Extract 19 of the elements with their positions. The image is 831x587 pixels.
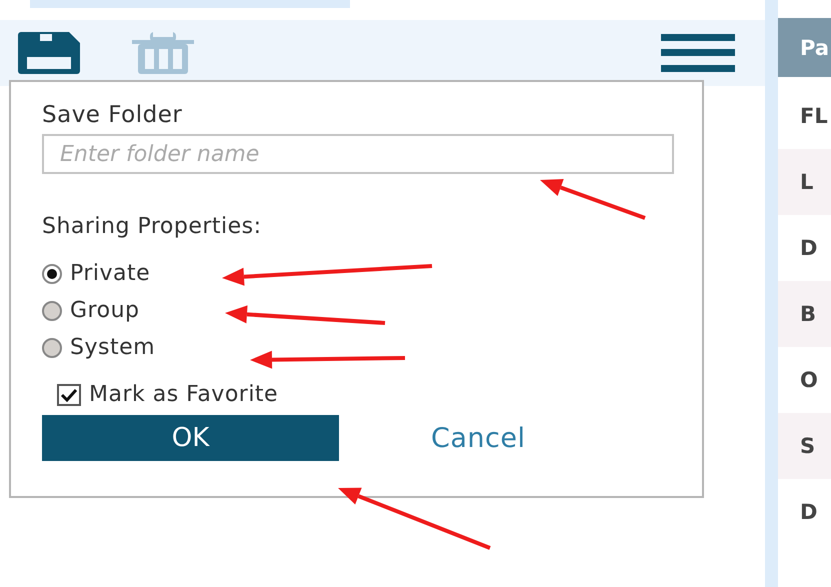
save-icon[interactable] (18, 32, 80, 74)
dialog-title: Save Folder (42, 102, 184, 128)
radio-button[interactable] (42, 338, 62, 358)
radio-button[interactable] (42, 300, 62, 320)
column-header: Pa (778, 18, 831, 77)
sharing-label: Sharing Properties: (42, 214, 263, 239)
radio-label: System (70, 335, 156, 360)
table-cell: S (778, 413, 831, 479)
cancel-link[interactable]: Cancel (431, 422, 526, 454)
radio-label: Group (70, 298, 140, 323)
radio-button[interactable] (42, 264, 62, 284)
folder-name-input[interactable]: Enter folder name (42, 134, 674, 174)
table-cell: L (778, 149, 831, 215)
menu-icon[interactable] (661, 34, 735, 72)
checkbox[interactable] (57, 384, 81, 406)
table-cell: B (778, 281, 831, 347)
radio-label: Private (70, 261, 150, 286)
checkbox-label: Mark as Favorite (89, 382, 278, 407)
ok-button[interactable]: OK (42, 415, 339, 461)
